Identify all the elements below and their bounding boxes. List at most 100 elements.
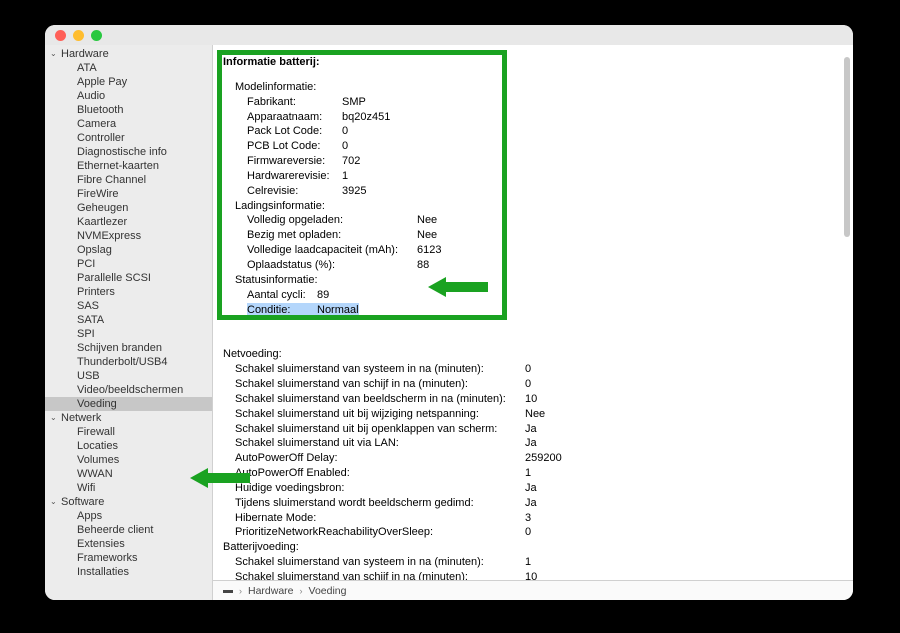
sidebar-item[interactable]: Ethernet-kaarten [45,159,212,173]
zoom-window-button[interactable] [91,30,102,41]
sidebar-item[interactable]: Installaties [45,565,212,579]
sidebar-group-label: Hardware [60,48,109,60]
kv-value: Ja [525,496,537,511]
kv-key: Schakel sluimerstand van schijf in na (m… [235,570,525,580]
kv-row: Schakel sluimerstand van systeem in na (… [235,555,845,570]
kv-row: PCB Lot Code:0 [235,139,845,154]
model-info-title: Modelinformatie: [235,80,845,95]
sidebar-item[interactable]: Audio [45,89,212,103]
kv-row: Huidige voedingsbron:Ja [235,481,845,496]
kv-key: Conditie: [247,303,317,318]
kv-value: Ja [525,436,537,451]
kv-value: 0 [342,139,348,154]
sidebar-item[interactable]: Locaties [45,439,212,453]
sidebar-group[interactable]: ⌄Hardware [45,47,212,61]
sidebar-item[interactable]: Printers [45,285,212,299]
kv-key: Oplaadstatus (%): [247,258,417,273]
status-row: Aantal cycli: 89 [235,288,845,303]
sidebar-item[interactable]: SATA [45,313,212,327]
kv-row: Schakel sluimerstand van beeldscherm in … [235,392,845,407]
kv-key: Firmwareversie: [247,154,342,169]
sidebar-item[interactable]: Apps [45,509,212,523]
kv-row: Schakel sluimerstand uit via LAN:Ja [235,436,845,451]
kv-value: 1 [525,555,531,570]
sidebar-item[interactable]: Opslag [45,243,212,257]
sidebar-item[interactable]: PCI [45,257,212,271]
sidebar-item[interactable]: Apple Pay [45,75,212,89]
sidebar-item[interactable]: Video/beeldschermen [45,383,212,397]
sidebar-item[interactable]: Beheerde client [45,523,212,537]
close-window-button[interactable] [55,30,66,41]
sidebar-item[interactable]: Fibre Channel [45,173,212,187]
kv-value: 88 [417,258,429,273]
sidebar-item[interactable]: Thunderbolt/USB4 [45,355,212,369]
sidebar-item[interactable]: NVMExpress [45,229,212,243]
vertical-scrollbar[interactable] [844,57,850,237]
sidebar-item[interactable]: Voeding [45,397,212,411]
sidebar-group[interactable]: ⌄Netwerk [45,411,212,425]
kv-value: 1 [525,466,531,481]
kv-row: Schakel sluimerstand van schijf in na (m… [235,377,845,392]
kv-value: bq20z451 [342,110,390,125]
sidebar-item[interactable]: Camera [45,117,212,131]
model-info-group: Modelinformatie: Fabrikant:SMPApparaatna… [223,80,845,199]
sidebar-item[interactable]: ATA [45,61,212,75]
sidebar-item[interactable]: Diagnostische info [45,145,212,159]
sidebar-item[interactable]: USB [45,369,212,383]
sidebar-group-label: Netwerk [60,412,101,424]
kv-row: Pack Lot Code:0 [235,124,845,139]
kv-value: Nee [417,228,437,243]
kv-value: Normaal [317,303,359,318]
device-icon: ▬ [223,585,233,596]
breadcrumb-segment[interactable]: Voeding [309,585,347,597]
kv-key: Tijdens sluimerstand wordt beeldscherm g… [235,496,525,511]
kv-value: 10 [525,570,537,580]
kv-key: Hardwarerevisie: [247,169,342,184]
kv-key: Huidige voedingsbron: [235,481,525,496]
kv-value: Ja [525,422,537,437]
kv-value: 702 [342,154,360,169]
sidebar-item[interactable]: Firewall [45,425,212,439]
sidebar-item[interactable]: Schijven branden [45,341,212,355]
window-titlebar [45,25,853,45]
sidebar: ⌄HardwareATAApple PayAudioBluetoothCamer… [45,45,213,600]
sidebar-item[interactable]: FireWire [45,187,212,201]
kv-key: AutoPowerOff Delay: [235,451,525,466]
sidebar-group[interactable]: ⌄Software [45,495,212,509]
kv-row: Schakel sluimerstand van systeem in na (… [235,362,845,377]
sidebar-item[interactable]: Parallelle SCSI [45,271,212,285]
sidebar-item[interactable]: Volumes [45,453,212,467]
kv-row: Schakel sluimerstand uit bij wijziging n… [235,407,845,422]
kv-row: AutoPowerOff Delay:259200 [235,451,845,466]
kv-value: 0 [525,362,531,377]
sidebar-item[interactable]: SPI [45,327,212,341]
kv-key: PCB Lot Code: [247,139,342,154]
kv-row: Firmwareversie:702 [235,154,845,169]
kv-value: 1 [342,169,348,184]
kv-key: Schakel sluimerstand uit bij wijziging n… [235,407,525,422]
kv-key: Bezig met opladen: [247,228,417,243]
kv-row: Schakel sluimerstand van schijf in na (m… [235,570,845,580]
battery-header: Informatie batterij: [223,55,845,70]
sidebar-item[interactable]: Extensies [45,537,212,551]
kv-key: Apparaatnaam: [247,110,342,125]
sidebar-item[interactable]: WWAN [45,467,212,481]
kv-value: 10 [525,392,537,407]
sidebar-item[interactable]: Frameworks [45,551,212,565]
sidebar-item[interactable]: Geheugen [45,201,212,215]
status-row-condition: Conditie: Normaal [235,303,845,318]
breadcrumb-segment[interactable]: Hardware [248,585,294,597]
sidebar-item[interactable]: Wifi [45,481,212,495]
sidebar-item[interactable]: Bluetooth [45,103,212,117]
kv-key: Aantal cycli: [247,288,317,303]
sidebar-item[interactable]: SAS [45,299,212,313]
chevron-right-icon: › [239,586,242,596]
kv-key: Schakel sluimerstand uit via LAN: [235,436,525,451]
kv-row: Volledige laadcapaciteit (mAh):6123 [235,243,845,258]
minimize-window-button[interactable] [73,30,84,41]
sidebar-item[interactable]: Controller [45,131,212,145]
content-scroll[interactable]: Informatie batterij: Modelinformatie: Fa… [213,45,853,580]
kv-value: Nee [525,407,545,422]
sidebar-item[interactable]: Kaartlezer [45,215,212,229]
kv-value: 0 [525,377,531,392]
